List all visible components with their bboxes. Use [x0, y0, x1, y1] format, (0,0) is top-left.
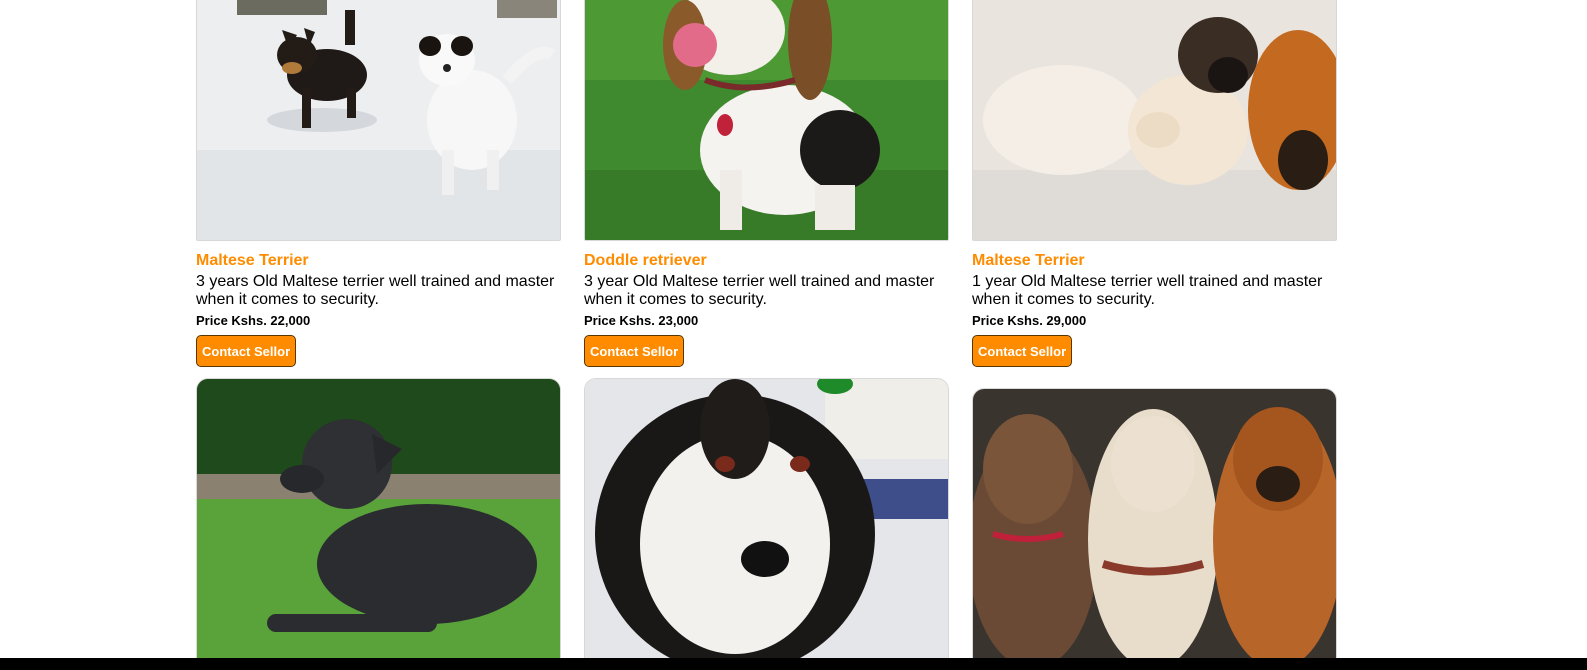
listing-card: Maltese Terrier 3 years Old Maltese terr… [196, 0, 561, 367]
listing-photo [972, 388, 1337, 664]
listing-price: Price Kshs. 23,000 [584, 313, 699, 328]
listing-photo [972, 0, 1337, 241]
listing-card: Doddle retriever 3 year Old Maltese terr… [584, 0, 949, 367]
listing-grid: Maltese Terrier 3 years Old Maltese terr… [0, 0, 1587, 670]
listing-photo [196, 0, 561, 241]
contact-seller-button[interactable]: Contact Sellor [584, 335, 685, 367]
puppies-cuddling-image [973, 0, 1336, 240]
listing-title: Maltese Terrier [972, 252, 1085, 269]
beagle-grass-image [585, 0, 948, 240]
contact-seller-button[interactable]: Contact Sellor [196, 335, 297, 367]
contact-seller-button[interactable]: Contact Sellor [972, 335, 1073, 367]
black-dog-lawn-image [197, 379, 560, 664]
listing-photo [584, 378, 949, 664]
listing-description: 1 year Old Maltese terrier well trained … [972, 273, 1323, 308]
listing-price: Price Kshs. 22,000 [196, 313, 311, 328]
listing-description: 3 years Old Maltese terrier well trained… [196, 273, 555, 308]
viewport-bottom-border [0, 658, 1587, 670]
listing-title: Maltese Terrier [196, 252, 309, 269]
husky-snow-image [585, 379, 948, 664]
listing-title: Doddle retriever [584, 252, 707, 269]
listing-description: 3 year Old Maltese terrier well trained … [584, 273, 935, 308]
listing-price: Price Kshs. 29,000 [972, 313, 1087, 328]
listing-card: Maltese Terrier 1 year Old Maltese terri… [972, 0, 1337, 367]
two-dogs-snow-image [197, 0, 560, 240]
listing-photo [584, 0, 949, 241]
listing-photo [196, 378, 561, 664]
three-dogs-portrait-image [973, 389, 1336, 664]
